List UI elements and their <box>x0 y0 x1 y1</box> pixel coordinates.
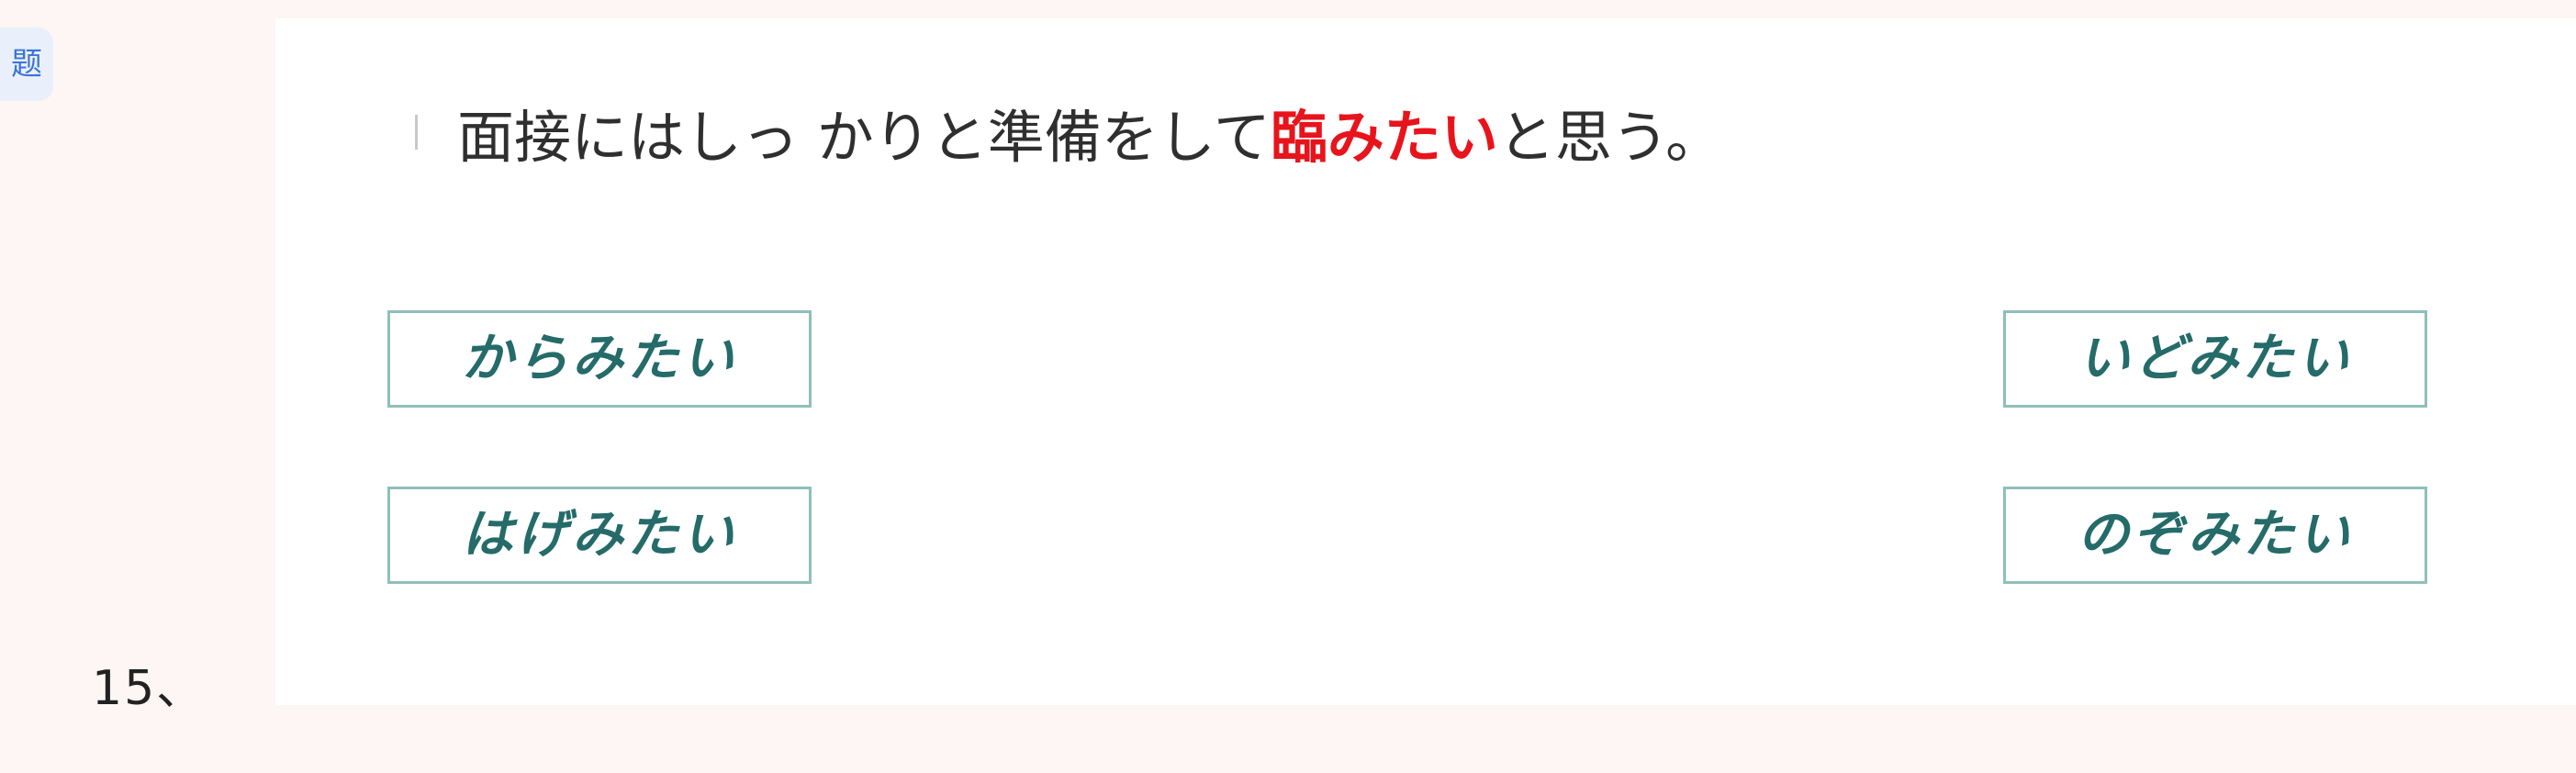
sentence-after: と思う。 <box>1497 104 1723 171</box>
option-button-2[interactable]: いどみたい <box>2003 310 2427 408</box>
side-question-tab[interactable]: 题 <box>0 28 53 101</box>
option-button-4[interactable]: のぞみたい <box>2003 487 2427 584</box>
question-sentence: 面接にはしっ かりと準備をして臨みたいと思う。 <box>457 101 1722 174</box>
highlighted-word: 臨みたい <box>1270 104 1498 171</box>
sentence-before: 面接にはしっ かりと準備をして <box>457 104 1271 171</box>
option-button-3[interactable]: はげみたい <box>387 487 812 584</box>
question-card: 面接にはしっ かりと準備をして臨みたいと思う。 からみたい いどみたい はげみた… <box>275 18 2576 705</box>
option-button-1[interactable]: からみたい <box>387 310 812 408</box>
question-marker <box>415 115 418 150</box>
question-number: 15、 <box>92 661 207 716</box>
